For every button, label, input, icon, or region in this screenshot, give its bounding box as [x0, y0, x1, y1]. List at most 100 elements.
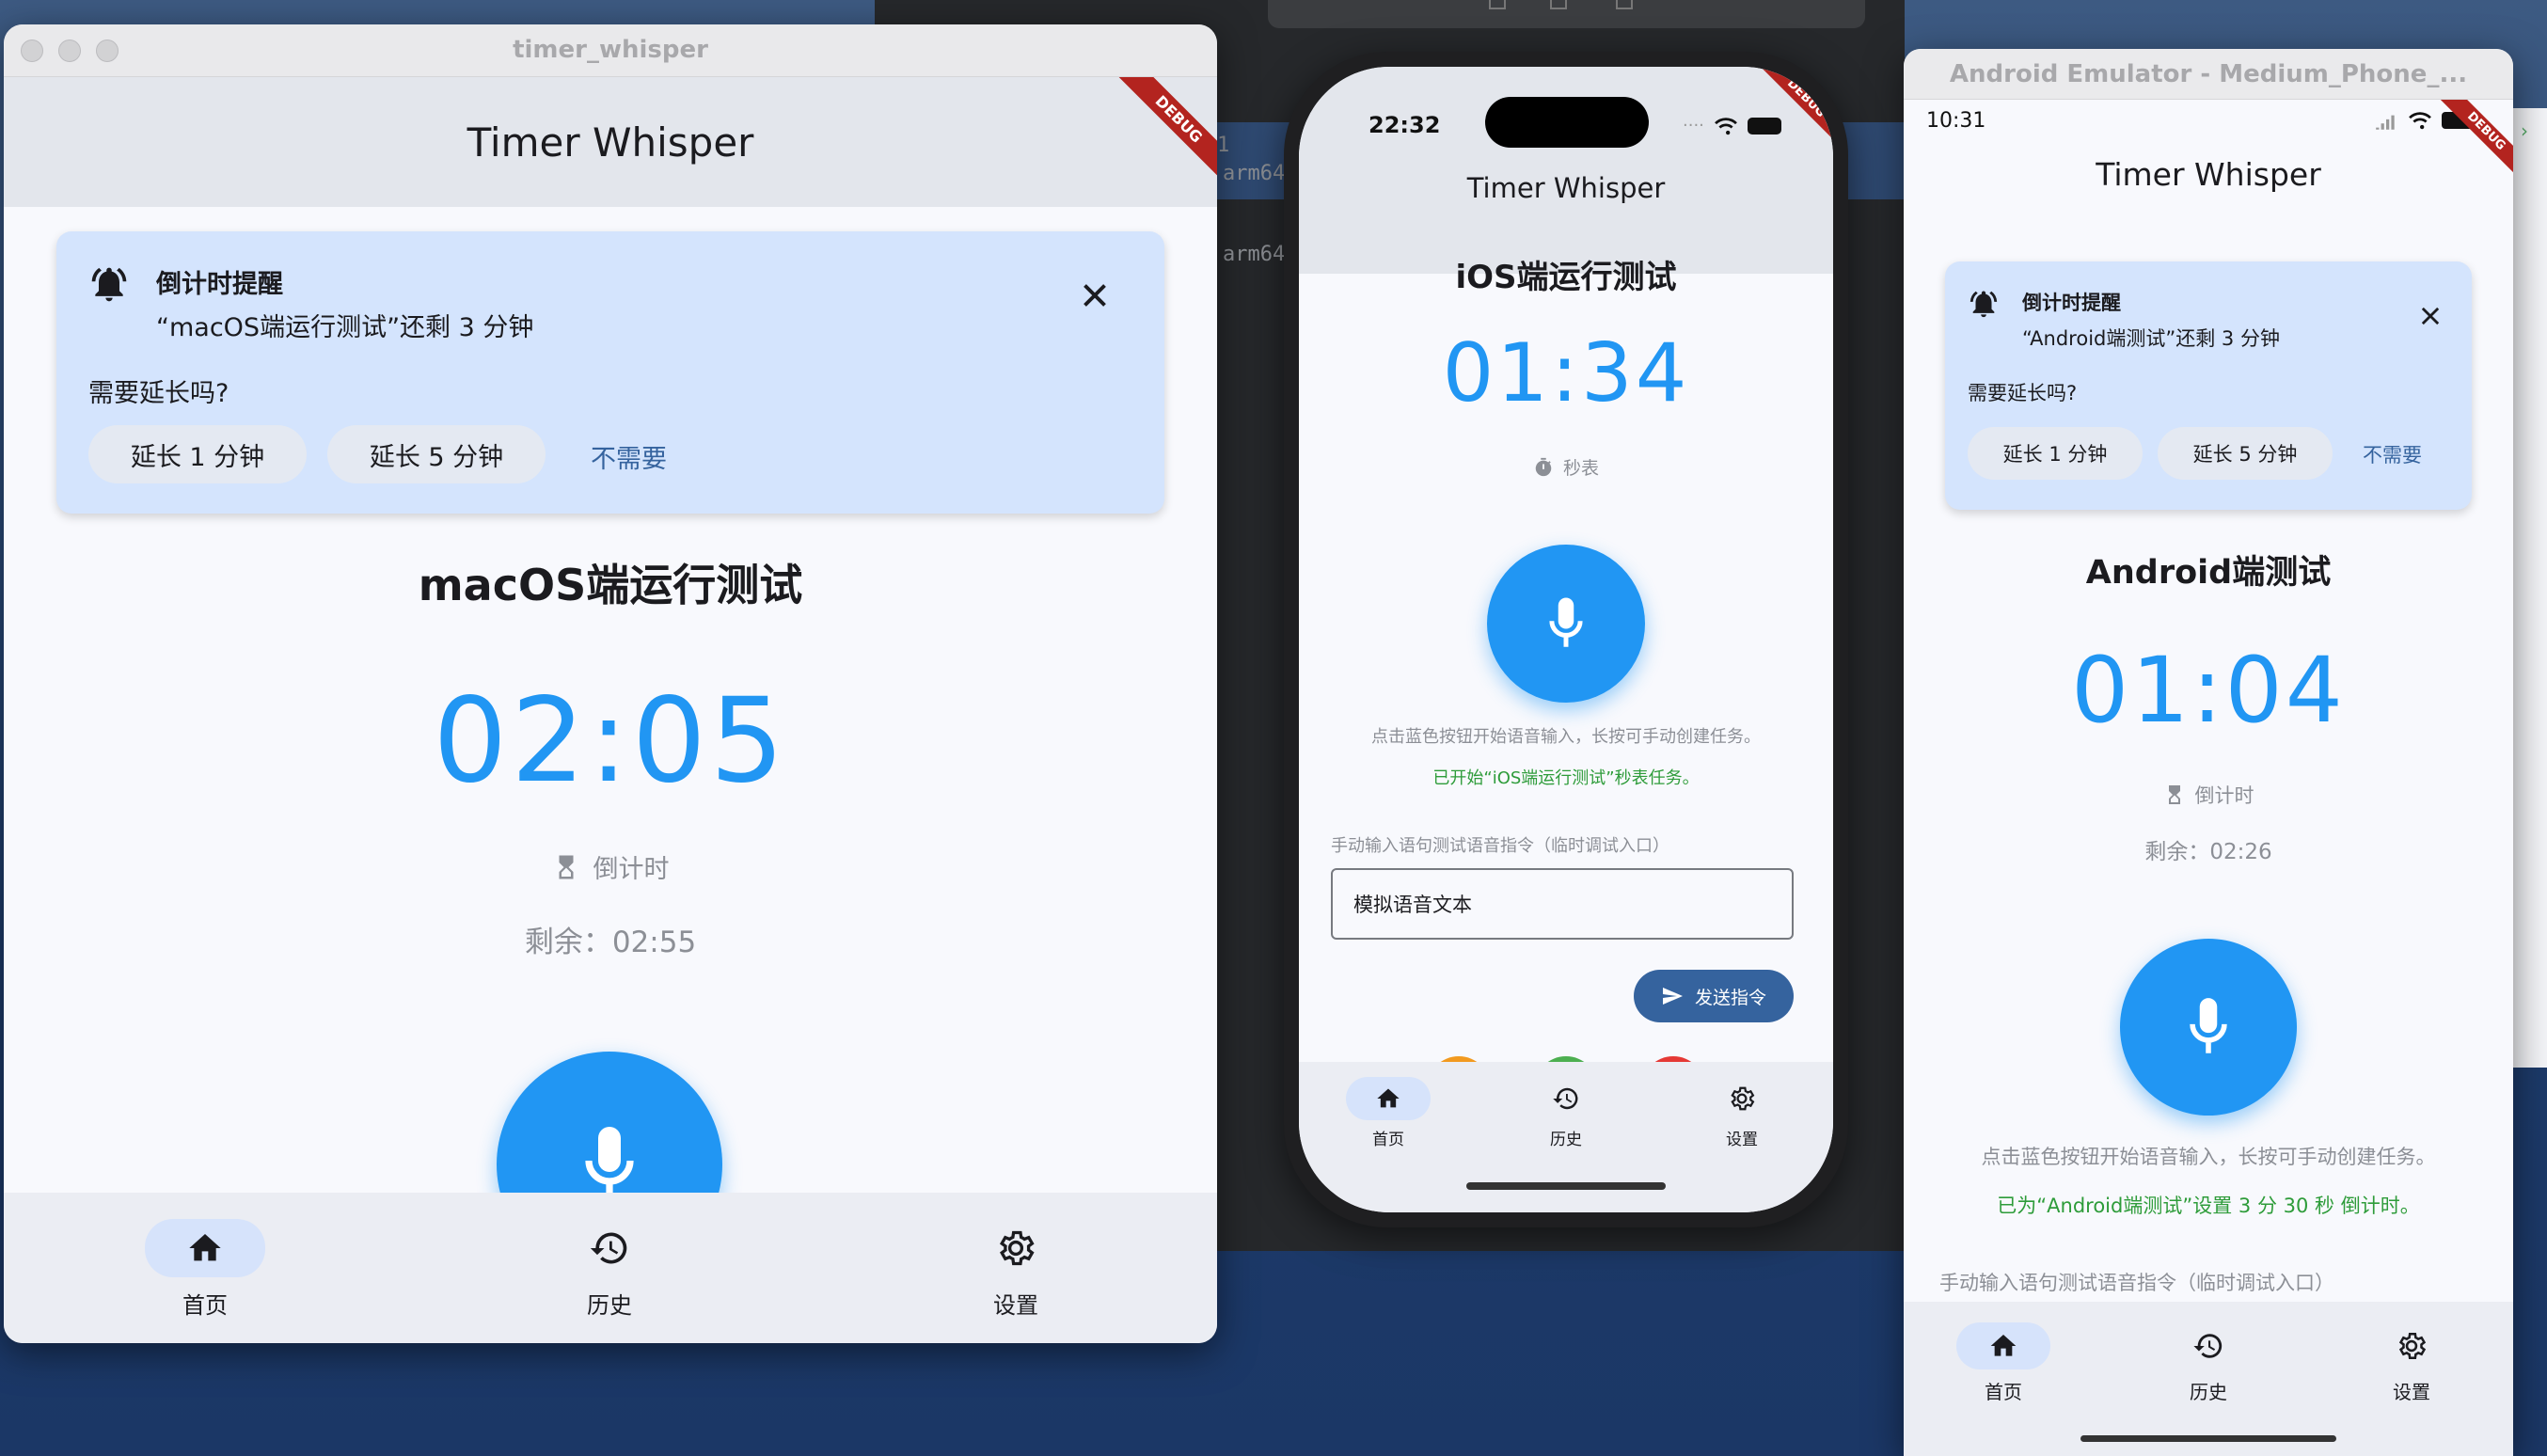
gesture-navigation-handle[interactable] — [2080, 1435, 2336, 1442]
wifi-icon — [1714, 117, 1738, 135]
nav-label: 设置 — [1726, 1131, 1758, 1149]
close-icon[interactable] — [2417, 303, 2444, 329]
stopwatch-icon — [1533, 457, 1554, 478]
nav-item-settings[interactable]: 设置 — [956, 1219, 1076, 1320]
home-icon — [1988, 1331, 2018, 1361]
nav-item-home[interactable]: 首页 — [145, 1219, 265, 1320]
extend-question: 需要延长吗? — [1968, 382, 2078, 404]
history-icon — [1552, 1084, 1580, 1113]
extend-5-minutes-button[interactable]: 延长 5 分钟 — [2158, 427, 2333, 480]
nav-label: 设置 — [2393, 1381, 2430, 1403]
signal-icon — [2374, 111, 2398, 130]
nav-item-settings[interactable]: 设置 — [1700, 1077, 1784, 1149]
app-title: Timer Whisper — [2096, 156, 2321, 193]
settings-gear-icon — [995, 1227, 1036, 1269]
nav-label: 设置 — [993, 1292, 1038, 1319]
extend-1-minute-button[interactable]: 延长 1 分钟 — [1968, 427, 2143, 480]
desktop-text: 1 — [1217, 134, 1230, 157]
remaining-time: 剩余：02:55 — [524, 926, 697, 959]
countdown-reminder-card: 倒计时提醒 “Android端测试”还剩 3 分钟 需要延长吗? 延长 1 分钟… — [1945, 261, 2472, 510]
nav-label: 首页 — [1372, 1131, 1404, 1149]
app-body: 倒计时提醒 “macOS端运行测试”还剩 3 分钟 需要延长吗? 延长 1 分钟… — [4, 207, 1217, 1217]
ios-screen: 22:32 ···· DEBUG Timer Whisper iOS端运行测试 … — [1299, 67, 1833, 1212]
task-name: iOS端运行测试 — [1455, 259, 1677, 296]
manual-input-label: 手动输入语句测试语音指令（临时调试入口） — [1939, 1272, 2334, 1294]
app-title: Timer Whisper — [1466, 172, 1666, 204]
ios-simulator-device: 22:32 ···· DEBUG Timer Whisper iOS端运行测试 … — [1284, 52, 1848, 1227]
chevron-right-icon[interactable]: › — [2521, 119, 2528, 142]
bell-ring-icon — [1968, 288, 2000, 320]
timer-mode: 秒表 — [1299, 454, 1833, 480]
window-titlebar[interactable]: Android Emulator - Medium_Phone_... — [1904, 49, 2513, 100]
close-icon[interactable] — [1078, 278, 1112, 312]
home-button-icon[interactable] — [1489, 0, 1506, 9]
extend-5-minutes-button[interactable]: 延长 5 分钟 — [327, 425, 546, 483]
macos-app-window: timer_whisper Timer Whisper DEBUG 倒计时提醒 … — [4, 24, 1217, 1343]
bottom-navigation: 首页 历史 设置 — [1299, 1062, 1833, 1212]
hint-text: 点击蓝色按钮开始语音输入，长按可手动创建任务。 — [1371, 727, 1761, 747]
bottom-navigation: 首页 历史 设置 — [1904, 1302, 2513, 1456]
nav-label: 首页 — [1985, 1381, 2022, 1403]
battery-icon — [1747, 117, 1781, 135]
timer-display: 01:04 — [2071, 638, 2346, 743]
bottom-navigation: 首页 历史 设置 — [4, 1193, 1217, 1343]
desktop-text: arm64 — [1223, 243, 1286, 266]
window-title: Android Emulator - Medium_Phone_... — [1949, 60, 2468, 88]
nav-label: 首页 — [182, 1292, 228, 1319]
simulator-toolbar — [1268, 0, 1865, 28]
desktop-text: arm64 — [1223, 162, 1286, 185]
android-status-bar: 10:31 — [1904, 100, 2513, 145]
screenshot-icon[interactable] — [1550, 0, 1567, 9]
send-command-label: 发送指令 — [1694, 987, 1766, 1008]
home-icon — [186, 1229, 224, 1267]
nav-item-history[interactable]: 历史 — [549, 1219, 670, 1320]
countdown-reminder-card: 倒计时提醒 “macOS端运行测试”还剩 3 分钟 需要延长吗? 延长 1 分钟… — [56, 231, 1164, 514]
hourglass-icon — [2163, 783, 2186, 806]
timer-display: 01:34 — [1442, 326, 1690, 420]
wifi-icon — [2408, 111, 2432, 130]
dismiss-button[interactable]: 不需要 — [591, 438, 667, 475]
voice-input-button[interactable] — [2120, 939, 2297, 1116]
timer-mode-label: 倒计时 — [2194, 784, 2254, 807]
window-title: timer_whisper — [513, 36, 708, 64]
window-titlebar[interactable]: timer_whisper — [4, 24, 1217, 77]
nav-label: 历史 — [1550, 1131, 1582, 1149]
manual-input-label: 手动输入语句测试语音指令（临时调试入口） — [1331, 836, 1669, 856]
nav-label: 历史 — [587, 1292, 632, 1319]
extend-question: 需要延长吗? — [88, 379, 229, 408]
nav-item-history[interactable]: 历史 — [1524, 1077, 1608, 1149]
reminder-title: 倒计时提醒 — [156, 270, 283, 299]
send-command-button[interactable]: 发送指令 — [1634, 970, 1794, 1022]
settings-gear-icon — [2396, 1330, 2428, 1362]
voice-text-input[interactable] — [1331, 868, 1794, 940]
status-icons — [2374, 111, 2476, 130]
android-emulator-window: Android Emulator - Medium_Phone_... 10:3… — [1904, 49, 2513, 1456]
settings-gear-icon — [1728, 1084, 1756, 1113]
home-icon — [1375, 1085, 1401, 1112]
timer-mode-label: 秒表 — [1562, 458, 1599, 479]
dismiss-button[interactable]: 不需要 — [2363, 440, 2422, 468]
dynamic-island — [1485, 97, 1649, 148]
nav-item-home[interactable]: 首页 — [1346, 1077, 1431, 1149]
background-window-edge: › — [2513, 108, 2547, 1068]
status-icons: ···· — [1683, 116, 1781, 135]
nav-item-home[interactable]: 首页 — [1956, 1322, 2050, 1404]
reminder-message: “Android端测试”还剩 3 分钟 — [2022, 327, 2280, 350]
timer-mode-label: 倒计时 — [593, 855, 670, 884]
timer-mode: 倒计时 — [4, 848, 1217, 885]
voice-input-button[interactable] — [1487, 545, 1645, 703]
task-name: Android端测试 — [2085, 554, 2332, 592]
task-name: macOS端运行测试 — [418, 560, 803, 610]
history-icon — [589, 1227, 630, 1269]
reminder-title: 倒计时提醒 — [2022, 292, 2121, 314]
extend-1-minute-button[interactable]: 延长 1 分钟 — [88, 425, 307, 483]
home-indicator[interactable] — [1466, 1182, 1666, 1190]
bell-ring-icon — [88, 263, 130, 305]
nav-item-history[interactable]: 历史 — [2161, 1322, 2255, 1404]
timer-mode: 倒计时 — [1904, 781, 2513, 809]
send-icon — [1661, 985, 1684, 1007]
nav-item-settings[interactable]: 设置 — [2365, 1322, 2459, 1404]
app-title: Timer Whisper — [467, 119, 754, 166]
hint-text: 点击蓝色按钮开始语音输入，长按可手动创建任务。 — [1981, 1146, 2436, 1168]
rotate-icon[interactable] — [1616, 0, 1633, 9]
